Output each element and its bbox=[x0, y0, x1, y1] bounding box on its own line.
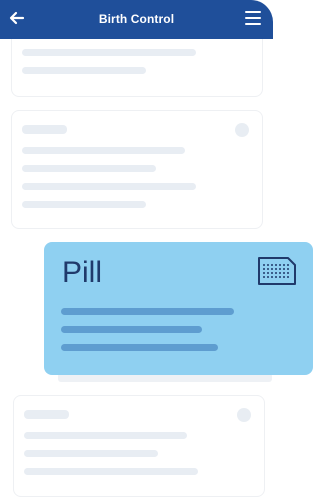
pill-title: Pill bbox=[62, 256, 103, 289]
placeholder-line bbox=[22, 147, 185, 154]
app-header: Birth Control bbox=[0, 0, 273, 39]
placeholder-dot bbox=[237, 408, 251, 422]
pill-card[interactable]: Pill bbox=[44, 242, 313, 375]
hamburger-menu-icon[interactable] bbox=[245, 11, 261, 25]
placeholder-line bbox=[61, 344, 218, 351]
placeholder-line bbox=[24, 432, 187, 439]
placeholder-line bbox=[24, 468, 198, 475]
placeholder-line bbox=[24, 450, 158, 457]
placeholder-line bbox=[61, 326, 202, 333]
placeholder-title bbox=[22, 125, 67, 134]
placeholder-line bbox=[22, 165, 156, 172]
method-card[interactable] bbox=[13, 395, 265, 497]
method-card[interactable] bbox=[11, 110, 263, 229]
placeholder-line bbox=[22, 201, 146, 208]
placeholder-dot bbox=[235, 123, 249, 137]
page-title: Birth Control bbox=[98, 12, 175, 26]
placeholder-title bbox=[24, 410, 69, 419]
placeholder-line bbox=[61, 308, 234, 315]
placeholder-line bbox=[22, 67, 146, 74]
placeholder-line bbox=[22, 183, 196, 190]
placeholder-line bbox=[22, 49, 196, 56]
pill-pack-icon bbox=[258, 257, 296, 285]
